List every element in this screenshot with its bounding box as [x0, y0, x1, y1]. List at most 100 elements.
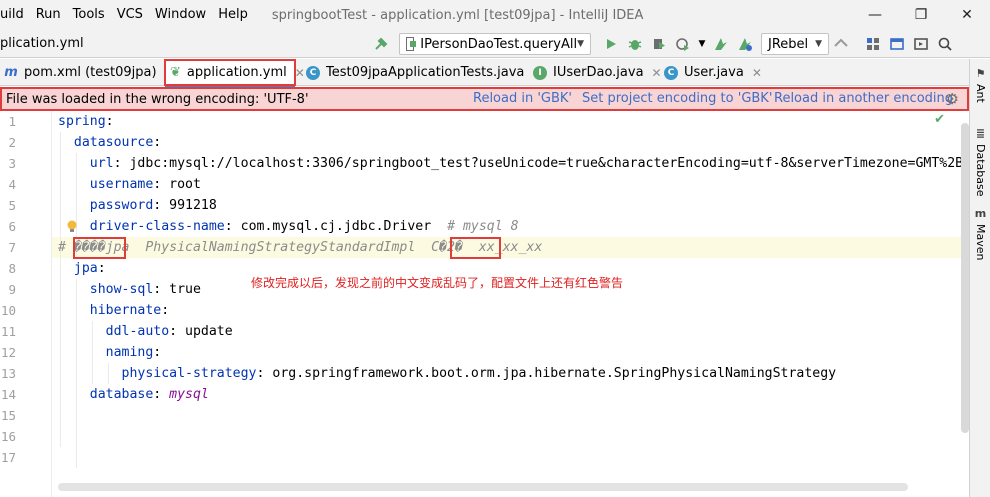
menu-build[interactable]: uild [0, 0, 30, 30]
line-number: 2 [8, 135, 16, 150]
code-line: spring: [58, 111, 114, 132]
chevron-down-icon: ▼ [815, 39, 822, 49]
line-number: 7 [8, 240, 16, 255]
yaml-comment: # mysql 8 [431, 219, 519, 234]
code-line: hibernate: [58, 300, 169, 321]
yaml-separator: : [153, 198, 170, 213]
editor-tab-bar: m pom.xml (test09jpa) ✕ ❦ application.ym… [0, 59, 969, 87]
profile-dropdown-icon[interactable]: ▼ [695, 32, 709, 56]
search-icon[interactable] [933, 32, 957, 56]
code-line: driver-class-name: com.mysql.cj.jdbc.Dri… [58, 216, 519, 237]
gear-icon[interactable]: ⚙ [946, 90, 959, 108]
jrebel-label: JRebel [768, 36, 809, 52]
jrebel-run-icon[interactable] [709, 32, 733, 56]
presentation-icon[interactable] [909, 32, 933, 56]
maven-tool-button[interactable]: m Maven [970, 207, 990, 260]
reload-in-another-encoding-link[interactable]: Reload in another encoding [774, 89, 953, 109]
profile-icon[interactable] [671, 32, 695, 56]
yaml-comment: # ����jpa PhysicalNamingStrategyStandard… [58, 240, 543, 255]
yaml-separator: : [153, 345, 162, 360]
yaml-separator: : [224, 219, 241, 234]
code-editor[interactable]: 1 2 3 4 5 6 7 8 9 10 11 12 13 14 15 16 17 spring: dataso… [0, 111, 969, 497]
tab-pom-xml[interactable]: m pom.xml (test09jpa) ✕ [4, 59, 174, 86]
yaml-separator: : [153, 135, 162, 150]
tab-application-yml[interactable]: ❦ application.yml ✕ [165, 59, 305, 87]
close-window-button[interactable]: ✕ [944, 0, 990, 30]
tab-iuserdao-java[interactable]: I IUserDao.java ✕ [533, 59, 662, 86]
yaml-key: physical-strategy [58, 366, 257, 381]
encoding-warning-message: File was loaded in the wrong encoding: '… [6, 91, 309, 107]
window-controls: — ❐ ✕ [852, 0, 990, 30]
line-number-gutter: 1 2 3 4 5 6 7 8 9 10 11 12 13 14 15 16 17 [0, 111, 52, 497]
line-number: 4 [8, 177, 16, 192]
horizontal-scrollbar[interactable] [58, 483, 908, 491]
close-icon[interactable]: ✕ [295, 66, 305, 80]
menu-vcs[interactable]: VCS [111, 0, 149, 30]
jrebel-select[interactable]: JRebel ▼ [761, 33, 829, 55]
close-icon[interactable]: ✕ [752, 66, 762, 80]
tab-label: pom.xml (test09jpa) [24, 65, 157, 80]
vertical-scrollbar[interactable] [961, 123, 969, 433]
right-tool-strip: ⚑ Ant ≣ Database m Maven [969, 59, 990, 497]
set-project-encoding-gbk-link[interactable]: Set project encoding to 'GBK' [582, 89, 772, 109]
spring-leaf-icon: ❦ [170, 65, 181, 80]
code-line: database: mysql [58, 384, 209, 405]
code-line: jpa: [58, 258, 106, 279]
menu-help[interactable]: Help [212, 0, 254, 30]
database-tool-button[interactable]: ≣ Database [970, 127, 990, 197]
yaml-value-italic: mysql [169, 387, 209, 402]
yaml-key: show-sql [58, 282, 154, 297]
menu-tools[interactable]: Tools [67, 0, 111, 30]
maximize-button[interactable]: ❐ [898, 0, 944, 30]
line-number: 16 [0, 429, 16, 444]
code-line: naming: [58, 342, 162, 363]
yaml-value: true [169, 282, 201, 297]
ant-tool-button[interactable]: ⚑ Ant [970, 67, 990, 103]
yaml-key: password [58, 198, 154, 213]
sdk-icon[interactable] [885, 32, 909, 56]
yaml-separator: : [153, 282, 170, 297]
yaml-key: url [58, 156, 114, 171]
yaml-value: com.mysql.cj.jdbc.Driver [240, 219, 432, 234]
line-number: 9 [8, 282, 16, 297]
line-number: 13 [0, 366, 16, 381]
yaml-key: username [58, 177, 154, 192]
coverage-icon[interactable] [647, 32, 671, 56]
line-number: 14 [0, 387, 16, 402]
vcs-update-icon[interactable] [829, 32, 853, 56]
debug-icon[interactable] [623, 32, 647, 56]
code-line: url: jdbc:mysql://localhost:3306/springb… [58, 153, 963, 174]
yaml-separator: : [105, 114, 114, 129]
project-structure-icon[interactable] [861, 32, 885, 56]
breadcrumb[interactable]: plication.yml [0, 36, 84, 51]
code-line: datasource: [58, 132, 161, 153]
menu-window[interactable]: Window [149, 0, 212, 30]
minimize-button[interactable]: — [852, 0, 898, 30]
maven-icon: m [4, 65, 18, 80]
jrebel-debug-icon[interactable] [733, 32, 757, 56]
tab-user-java[interactable]: C User.java ✕ [664, 59, 762, 86]
yaml-key: spring [58, 114, 106, 129]
tab-test09jpa-application-tests[interactable]: C Test09jpaApplicationTests.java ✕ [306, 59, 542, 86]
yaml-separator: : [256, 366, 273, 381]
tab-label: Test09jpaApplicationTests.java [326, 65, 525, 80]
code-line: show-sql: true [58, 279, 201, 300]
yaml-key: ddl-auto [58, 324, 170, 339]
run-configuration-select[interactable]: IPersonDaoTest.queryAll ▼ [399, 33, 591, 55]
toolbar: IPersonDaoTest.queryAll ▼ ▼ JRebel ▼ [369, 32, 957, 56]
line-number: 3 [8, 156, 16, 171]
inspection-ok-icon[interactable]: ✔ [934, 112, 945, 127]
code-line: username: root [58, 174, 201, 195]
build-hammer-icon[interactable] [369, 32, 393, 56]
reload-in-gbk-link[interactable]: Reload in 'GBK' [473, 89, 572, 109]
yaml-separator: : [153, 387, 170, 402]
code-line: physical-strategy: org.springframework.b… [58, 363, 837, 384]
yaml-key: driver-class-name [58, 219, 225, 234]
close-icon[interactable]: ✕ [652, 66, 662, 80]
ant-icon: ⚑ [975, 67, 986, 80]
code-line: # ����jpa PhysicalNamingStrategyStandard… [58, 237, 542, 258]
menu-run[interactable]: Run [30, 0, 67, 30]
run-icon[interactable] [599, 32, 623, 56]
yaml-separator: : [169, 324, 186, 339]
interface-icon: I [533, 65, 547, 80]
